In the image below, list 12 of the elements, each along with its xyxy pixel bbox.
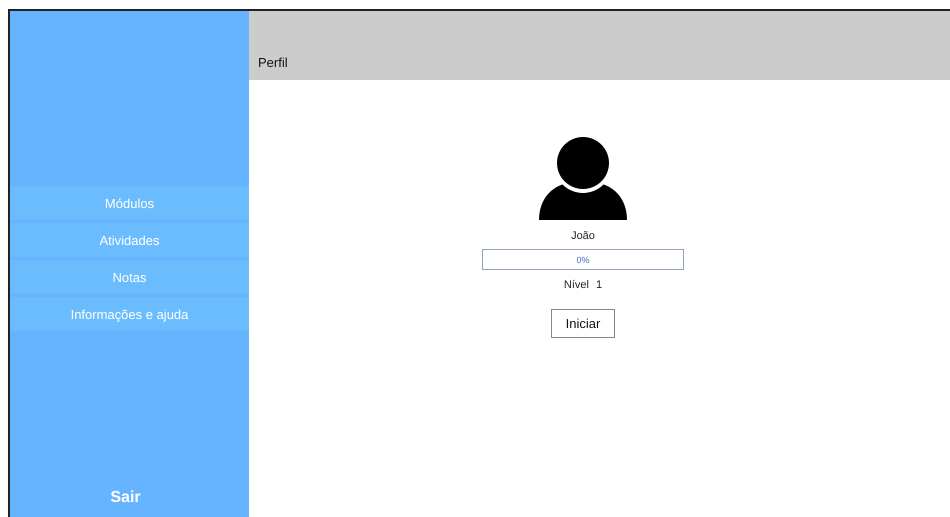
logout-link[interactable]: Sair	[110, 489, 141, 507]
level-label: Nível	[564, 279, 589, 291]
start-button[interactable]: Iniciar	[551, 309, 615, 338]
user-name: João	[571, 230, 595, 242]
menu-item[interactable]: Atividades	[10, 223, 249, 257]
user-silhouette-icon	[537, 136, 629, 222]
progress-reading: 0%	[576, 254, 590, 264]
menu-item[interactable]: Notas	[10, 260, 249, 294]
menu-item[interactable]: Módulos	[10, 186, 249, 220]
level-value: 1	[596, 279, 602, 291]
menu-item[interactable]: Informações e ajuda	[10, 297, 249, 331]
page-title: Perfil	[258, 55, 288, 70]
